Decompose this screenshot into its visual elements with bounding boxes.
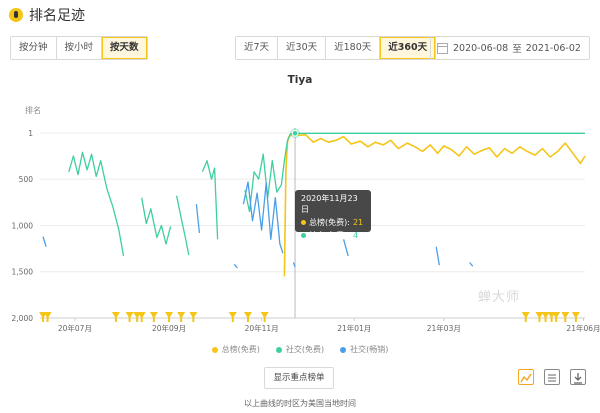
- legend-dot-total-free: [211, 346, 218, 353]
- legend-label-total-free: 总榜(免费): [221, 345, 260, 354]
- tooltip-value-total: 21: [352, 218, 364, 227]
- event-marker: [571, 312, 580, 322]
- series-line-2: [42, 236, 47, 247]
- event-marker: [541, 312, 550, 322]
- watermark-text: 蝉大师: [478, 290, 521, 305]
- tooltip-value-social: 4: [352, 231, 359, 240]
- y-tick-label: 1,000: [12, 221, 34, 230]
- series-line-2: [233, 263, 238, 269]
- list-view-icon[interactable]: [544, 369, 560, 385]
- legend-label-social-free: 社交(免费): [285, 345, 325, 354]
- y-tick-label: 2,000: [12, 314, 34, 323]
- event-marker: [243, 312, 252, 322]
- tooltip-row-social: 社交(免费): 4: [301, 230, 365, 241]
- event-marker: [228, 312, 237, 322]
- series-line-1: [68, 151, 125, 257]
- series-line-2: [435, 246, 440, 266]
- chart-legend: 总榜(免费) 社交(免费) 社交(畅销): [0, 344, 600, 355]
- x-tick-label: 20年07月: [58, 323, 92, 333]
- legend-item-total-free[interactable]: 总榜(免费): [211, 344, 260, 355]
- timezone-note: 以上曲线的时区为美国当地时间: [244, 399, 356, 408]
- event-marker: [111, 312, 120, 322]
- download-icon[interactable]: [570, 369, 586, 385]
- tooltip-dot-social: [301, 233, 306, 238]
- event-marker: [165, 312, 174, 322]
- chart-view-glyph: [520, 373, 532, 383]
- list-view-glyph: [548, 374, 556, 382]
- x-tick-label: 20年11月: [245, 323, 279, 333]
- event-marker: [521, 312, 530, 322]
- tooltip-dot-total: [301, 220, 306, 225]
- y-tick-label: 500: [19, 175, 34, 184]
- legend-dot-social-paid: [340, 346, 347, 353]
- x-tick-label: 21年01月: [337, 323, 371, 333]
- event-marker: [125, 312, 134, 322]
- event-marker: [189, 312, 198, 322]
- y-tick-label: 1,500: [12, 268, 34, 277]
- series-line-2: [342, 239, 349, 257]
- hover-point: [291, 129, 299, 137]
- chart-tooltip: 2020年11月23日 总榜(免费): 21 社交(免费): 4: [295, 190, 371, 240]
- series-line-2: [469, 262, 474, 267]
- show-key-charts-button[interactable]: 显示重点榜单: [264, 367, 334, 389]
- legend-item-social-paid[interactable]: 社交(畅销): [340, 344, 388, 355]
- tooltip-label-total: 总榜(免费):: [309, 218, 350, 227]
- event-marker: [535, 312, 544, 322]
- event-marker: [177, 312, 186, 322]
- series-line-2: [195, 204, 201, 233]
- series-line-1: [201, 160, 219, 240]
- series-line-1: [141, 197, 172, 245]
- download-glyph: [574, 373, 582, 384]
- y-tick-label: 1: [28, 129, 33, 138]
- x-tick-label: 21年06月: [566, 323, 600, 333]
- legend-dot-social-free: [275, 346, 282, 353]
- chart-view-icon[interactable]: [518, 369, 534, 385]
- event-marker: [552, 312, 561, 322]
- event-marker: [137, 312, 146, 322]
- event-marker: [149, 312, 158, 322]
- tooltip-label-social: 社交(免费):: [309, 231, 350, 240]
- legend-item-social-free[interactable]: 社交(免费): [275, 344, 325, 355]
- y-axis-label: 排名: [25, 105, 41, 115]
- x-tick-label: 20年09月: [152, 323, 186, 333]
- event-marker: [43, 312, 52, 322]
- tooltip-date: 2020年11月23日: [301, 194, 358, 214]
- tooltip-row-total: 总榜(免费): 21: [301, 217, 365, 228]
- event-marker: [561, 312, 570, 322]
- legend-label-social-paid: 社交(畅销): [350, 345, 389, 354]
- x-tick-label: 21年03月: [427, 323, 461, 333]
